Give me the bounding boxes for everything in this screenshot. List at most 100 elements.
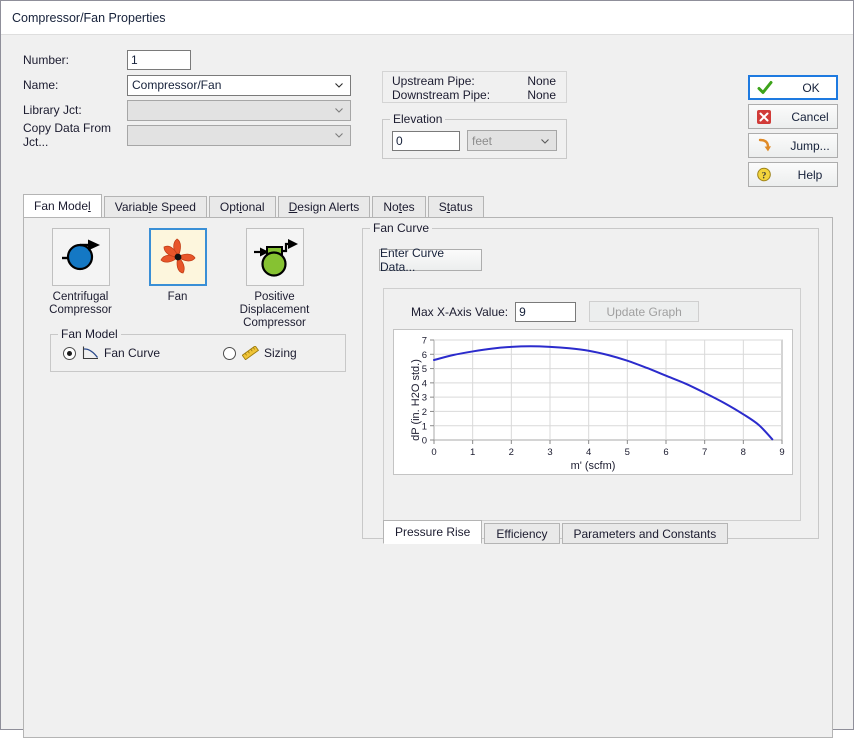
- junction-form: Number: Name: Compressor/Fan Library Jct…: [23, 49, 353, 149]
- equipment-centrifugal-compressor-label: Centrifugal Compressor: [49, 291, 112, 316]
- tab-fan-model[interactable]: Fan Model: [23, 194, 102, 217]
- equipment-fan[interactable]: Fan: [129, 228, 226, 330]
- svg-text:7: 7: [702, 447, 707, 458]
- sub-tab-parameters-and-constants[interactable]: Parameters and Constants: [561, 523, 729, 544]
- fan-model-group-title: Fan Model: [58, 327, 121, 341]
- jump-button[interactable]: Jump...: [748, 133, 838, 158]
- chevron-down-icon: [335, 133, 343, 138]
- tab-notes[interactable]: Notes: [372, 196, 426, 217]
- chevron-down-icon: [335, 83, 343, 88]
- fan-model-tab-panel: Centrifugal Compressor Fan Positive Disp…: [23, 217, 833, 738]
- dialog-body: Number: Name: Compressor/Fan Library Jct…: [1, 35, 853, 738]
- svg-text:8: 8: [741, 447, 746, 458]
- elevation-input[interactable]: [392, 131, 460, 151]
- tab-status[interactable]: Status: [427, 196, 484, 217]
- upstream-pipe-value: None: [527, 74, 556, 88]
- jump-button-label: Jump...: [790, 138, 830, 153]
- tab-optional[interactable]: Optional: [208, 196, 276, 217]
- ok-button-label: OK: [802, 80, 820, 95]
- curve-graph-panel: Max X-Axis Value: Update Graph dP (in. H…: [383, 288, 801, 521]
- sub-tab-efficiency[interactable]: Efficiency: [484, 523, 560, 544]
- elevation-group-title: Elevation: [390, 112, 446, 126]
- svg-text:9: 9: [779, 447, 784, 458]
- number-row: Number:: [23, 49, 353, 71]
- svg-text:0: 0: [431, 447, 436, 458]
- svg-text:6: 6: [422, 350, 427, 361]
- fan-icon: [148, 228, 207, 286]
- svg-text:2: 2: [509, 447, 514, 458]
- copy-data-combo[interactable]: [127, 124, 351, 146]
- svg-text:4: 4: [586, 447, 591, 458]
- max-x-axis-input[interactable]: [515, 301, 577, 322]
- number-input[interactable]: [127, 50, 191, 70]
- help-button[interactable]: ? Help: [748, 162, 838, 187]
- cancel-button-label: Cancel: [791, 109, 829, 124]
- name-combo-value: Compressor/Fan: [132, 78, 222, 92]
- chevron-down-icon: [541, 138, 549, 144]
- downstream-pipe-value: None: [527, 88, 556, 102]
- cancel-button[interactable]: Cancel: [748, 104, 838, 129]
- help-button-label: Help: [797, 167, 823, 182]
- equipment-type-selector: Centrifugal Compressor Fan Positive Disp…: [32, 228, 332, 330]
- centrifugal-compressor-icon: [51, 228, 110, 286]
- window-title: Compressor/Fan Properties: [12, 10, 166, 25]
- svg-text:7: 7: [422, 336, 427, 347]
- svg-text:2: 2: [422, 407, 427, 418]
- copy-data-label: Copy Data From Jct...: [23, 121, 112, 149]
- compressor-fan-properties-dialog: Compressor/Fan Properties Number: Name: …: [0, 0, 854, 738]
- library-jct-combo[interactable]: [127, 99, 351, 121]
- svg-text:?: ?: [762, 171, 767, 181]
- library-jct-label: Library Jct:: [23, 103, 82, 117]
- update-graph-button[interactable]: Update Graph: [589, 301, 700, 322]
- sub-tab-pressure-rise[interactable]: Pressure Rise: [383, 520, 483, 544]
- svg-text:5: 5: [422, 364, 427, 375]
- svg-text:6: 6: [663, 447, 668, 458]
- upstream-pipe-row: Upstream Pipe: None: [392, 74, 556, 88]
- curve-sub-tab-strip: Pressure Rise Efficiency Parameters and …: [383, 520, 730, 544]
- downstream-pipe-label: Downstream Pipe:: [392, 88, 491, 102]
- elevation-group: Elevation feet: [382, 112, 567, 159]
- enter-curve-data-button[interactable]: Enter Curve Data...: [379, 246, 482, 274]
- equipment-centrifugal-compressor[interactable]: Centrifugal Compressor: [32, 228, 129, 330]
- radio-sizing-label: Sizing: [264, 346, 297, 360]
- svg-text:5: 5: [625, 447, 630, 458]
- radio-sizing[interactable]: Sizing: [223, 345, 297, 361]
- number-label: Number:: [23, 53, 70, 67]
- downstream-pipe-row: Downstream Pipe: None: [392, 88, 556, 102]
- orange-arrow-icon: [756, 138, 772, 154]
- radio-sizing-indicator: [223, 346, 236, 360]
- equipment-positive-displacement-compressor[interactable]: Positive Displacement Compressor: [226, 228, 323, 330]
- positive-displacement-compressor-icon: [245, 228, 304, 286]
- name-combo[interactable]: Compressor/Fan: [127, 74, 351, 96]
- chart-plot-area: 0 1 2 3 4 5 6 7 0 1 2 3 4 5 6 7 8 9: [422, 336, 785, 458]
- radio-fan-curve-indicator: [63, 346, 76, 360]
- fan-model-group: Fan Model Fan Curve Sizing: [50, 327, 346, 372]
- pipe-info-box: Upstream Pipe: None Downstream Pipe: Non…: [382, 71, 567, 103]
- ok-button[interactable]: OK: [748, 75, 838, 100]
- max-x-axis-label: Max X-Axis Value:: [411, 304, 509, 319]
- svg-text:1: 1: [422, 421, 427, 432]
- elevation-units-combo[interactable]: feet: [467, 130, 557, 151]
- curve-icon: [82, 346, 99, 360]
- equipment-fan-label: Fan: [167, 291, 188, 303]
- name-label: Name:: [23, 78, 59, 92]
- chevron-down-icon: [335, 108, 343, 113]
- copy-data-row: Copy Data From Jct...: [23, 121, 353, 149]
- radio-fan-curve-label: Fan Curve: [104, 346, 161, 360]
- title-bar: Compressor/Fan Properties: [1, 1, 853, 35]
- tab-variable-speed[interactable]: Variable Speed: [103, 196, 207, 217]
- ruler-icon: [241, 345, 260, 361]
- svg-text:3: 3: [547, 447, 552, 458]
- upstream-pipe-label: Upstream Pipe:: [392, 74, 475, 88]
- equipment-positive-displacement-compressor-label: Positive Displacement Compressor: [239, 291, 310, 329]
- radio-fan-curve[interactable]: Fan Curve: [63, 346, 160, 360]
- tab-design-alerts[interactable]: Design Alerts: [277, 196, 371, 217]
- svg-text:3: 3: [422, 393, 427, 404]
- red-x-icon: [756, 109, 772, 125]
- main-tab-strip: Fan Model Variable Speed Optional Design…: [23, 194, 833, 217]
- svg-text:4: 4: [422, 378, 427, 389]
- name-row: Name: Compressor/Fan: [23, 74, 353, 96]
- elevation-units-value: feet: [472, 133, 493, 148]
- fan-curve-chart: dP (in. H2O std.) m' (scfm) 012345670123…: [393, 329, 793, 475]
- library-jct-row: Library Jct:: [23, 99, 353, 121]
